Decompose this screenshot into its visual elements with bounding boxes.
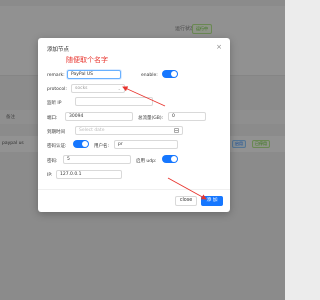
auth-toggle[interactable] — [73, 140, 89, 148]
username-label: 用户名: — [94, 144, 110, 149]
enable-toggle[interactable] — [162, 70, 178, 78]
port-input[interactable]: 30094 — [65, 112, 133, 121]
modal-footer-divider — [38, 189, 230, 190]
listen-ip-input[interactable] — [75, 97, 153, 106]
total-flow-input[interactable]: 0 — [168, 112, 206, 121]
protocol-select[interactable]: socks ⌄ — [71, 84, 125, 93]
annotation-text: 随便取个名字 — [66, 56, 108, 64]
udp-toggle[interactable] — [162, 155, 178, 163]
remark-input[interactable]: PayPal US — [67, 70, 121, 79]
add-button[interactable]: 添 加 — [201, 196, 223, 206]
port-label: 端口: — [47, 116, 58, 121]
total-flow-label: 总流量(GB): — [138, 116, 164, 121]
chevron-down-icon: ⌄ — [117, 86, 121, 91]
ip-input[interactable]: 127.0.0.1 — [56, 170, 122, 179]
expire-label: 到期时间 — [47, 130, 65, 135]
remark-label: remark: — [47, 73, 65, 78]
auth-toggle-knob — [82, 141, 88, 147]
protocol-select-value: socks — [75, 86, 88, 91]
udp-label: 启用 udp: — [136, 159, 157, 164]
password-input[interactable]: 5 — [63, 155, 131, 164]
close-icon[interactable]: × — [216, 43, 222, 51]
expire-date-picker[interactable]: Select date — [75, 126, 183, 135]
listen-ip-label: 监听 IP — [47, 101, 62, 106]
expire-date-placeholder: Select date — [79, 128, 105, 133]
ip-label: IP: — [47, 173, 53, 178]
username-input[interactable]: pr — [114, 140, 178, 149]
calendar-icon — [174, 128, 179, 133]
password-label: 密码: — [47, 159, 58, 164]
enable-label: enable: — [141, 73, 158, 78]
auth-label: 密码认证: — [47, 144, 67, 149]
protocol-label: protocol: — [47, 87, 67, 92]
modal-title: 添加节点 — [47, 47, 70, 53]
cancel-button[interactable]: close — [175, 196, 197, 206]
udp-toggle-knob — [171, 156, 177, 162]
enable-toggle-knob — [171, 71, 177, 77]
